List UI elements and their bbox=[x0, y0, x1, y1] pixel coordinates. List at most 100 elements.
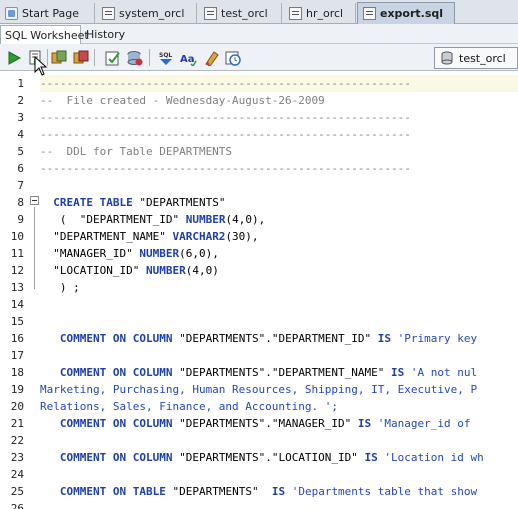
code-line[interactable]: CREATE TABLE "DEPARTMENTS" bbox=[40, 194, 518, 211]
line-number: 12 bbox=[10, 264, 24, 277]
code-line[interactable]: "MANAGER_ID" NUMBER(6,0), bbox=[40, 245, 518, 262]
tab-hr-orcl[interactable]: hr_orcl bbox=[284, 3, 356, 24]
tab-system-orcl[interactable]: system_orcl bbox=[97, 3, 197, 24]
code-line[interactable] bbox=[40, 466, 518, 483]
database-connection-icon bbox=[289, 7, 302, 20]
code-line[interactable] bbox=[40, 347, 518, 364]
tab-label: system_orcl bbox=[119, 7, 185, 20]
run-statement-icon bbox=[8, 50, 21, 65]
connection-selector[interactable]: test_orcl bbox=[434, 47, 518, 69]
clear-button[interactable] bbox=[202, 49, 219, 66]
subtab-label: History bbox=[86, 28, 126, 41]
tab-history[interactable]: History bbox=[82, 25, 126, 44]
fold-guide bbox=[34, 207, 35, 289]
line-number-gutter: 1 2 3 4 5 6 7 8 9 10 11 12 13 14 15 16 17 18 19 20 21 22 23 24 2… bbox=[0, 72, 28, 509]
history-icon bbox=[225, 51, 241, 66]
sql-tuning-button[interactable]: SQL bbox=[158, 49, 175, 66]
sql-editor[interactable]: 1 2 3 4 5 6 7 8 9 10 11 12 13 14 15 16 17 18 19 20 21 22 23 24 2… bbox=[0, 72, 518, 509]
rollback-button[interactable] bbox=[72, 49, 89, 66]
code-line[interactable]: ----------------------------------------… bbox=[40, 109, 518, 126]
document-tab-strip: Start Page system_orcl test_orcl hr_orcl… bbox=[0, 0, 518, 24]
line-number: 16 bbox=[10, 332, 24, 345]
line-number: 8 bbox=[17, 196, 24, 209]
history-button[interactable] bbox=[224, 49, 241, 66]
line-number: 14 bbox=[10, 298, 24, 311]
line-number: 2 bbox=[17, 94, 24, 107]
code-line[interactable]: ----------------------------------------… bbox=[40, 75, 518, 92]
line-number: 26 bbox=[10, 502, 24, 509]
line-number: 21 bbox=[10, 417, 24, 430]
line-number: 24 bbox=[10, 468, 24, 481]
autotrace-icon bbox=[127, 50, 142, 65]
line-number: 18 bbox=[10, 366, 24, 379]
line-number: 4 bbox=[17, 128, 24, 141]
code-line[interactable] bbox=[40, 432, 518, 449]
tab-label: hr_orcl bbox=[306, 7, 344, 20]
format-case-icon: Aa bbox=[180, 54, 197, 66]
line-number: 17 bbox=[10, 349, 24, 362]
svg-text:SQL: SQL bbox=[159, 52, 172, 59]
code-line[interactable]: "DEPARTMENT_NAME" VARCHAR2(30), bbox=[40, 228, 518, 245]
code-line[interactable]: ----------------------------------------… bbox=[40, 160, 518, 177]
code-line[interactable]: COMMENT ON TABLE "DEPARTMENTS" IS 'Depar… bbox=[40, 483, 518, 500]
fold-margin bbox=[28, 72, 40, 509]
line-number: 5 bbox=[17, 145, 24, 158]
code-line[interactable]: COMMENT ON COLUMN "DEPARTMENTS"."MANAGER… bbox=[40, 415, 518, 432]
connection-label: test_orcl bbox=[459, 51, 506, 65]
tab-label: Start Page bbox=[22, 7, 79, 20]
line-number: 19 bbox=[10, 383, 24, 396]
tab-label: export.sql bbox=[380, 7, 444, 20]
autotrace-button[interactable] bbox=[126, 49, 143, 66]
code-line[interactable]: "LOCATION_ID" NUMBER(4,0) bbox=[40, 262, 518, 279]
worksheet-toolbar: SQL Aa test_orcl bbox=[0, 44, 518, 71]
collapse-fold-icon[interactable] bbox=[30, 196, 39, 205]
run-statement-button[interactable] bbox=[5, 49, 22, 66]
tab-sql-worksheet[interactable]: SQL Worksheet bbox=[0, 25, 89, 44]
worksheet-subtab-strip: SQL Worksheet History bbox=[0, 24, 518, 44]
tab-start-page[interactable]: Start Page bbox=[0, 3, 95, 24]
editor-text-area[interactable]: ----------------------------------------… bbox=[40, 72, 518, 509]
code-line[interactable]: COMMENT ON COLUMN "DEPARTMENTS"."DEPARTM… bbox=[40, 364, 518, 381]
explain-plan-icon bbox=[105, 51, 120, 65]
line-number: 15 bbox=[10, 315, 24, 328]
line-number: 1 bbox=[17, 77, 24, 90]
explain-plan-button[interactable] bbox=[104, 49, 121, 66]
code-line[interactable]: ( "DEPARTMENT_ID" NUMBER(4,0), bbox=[40, 211, 518, 228]
database-connection-icon bbox=[102, 7, 115, 20]
toolbar-separator bbox=[149, 49, 150, 66]
code-line[interactable] bbox=[40, 313, 518, 330]
code-line[interactable]: -- DDL for Table DEPARTMENTS bbox=[40, 143, 518, 160]
toolbar-separator bbox=[94, 49, 95, 66]
code-line[interactable]: Relations, Sales, Finance, and Accountin… bbox=[40, 398, 518, 415]
tab-export-sql[interactable]: export.sql bbox=[357, 2, 455, 24]
code-line[interactable]: COMMENT ON COLUMN "DEPARTMENTS"."LOCATIO… bbox=[40, 449, 518, 466]
tab-test-orcl[interactable]: test_orcl bbox=[199, 3, 282, 24]
format-case-button[interactable]: Aa bbox=[180, 49, 197, 66]
line-number: 7 bbox=[17, 179, 24, 192]
line-number: 11 bbox=[10, 247, 24, 260]
line-number: 9 bbox=[17, 213, 24, 226]
code-line[interactable] bbox=[40, 177, 518, 194]
line-number: 13 bbox=[10, 281, 24, 294]
sql-tuning-icon: SQL bbox=[159, 52, 172, 65]
line-number: 20 bbox=[10, 400, 24, 413]
code-line[interactable]: ----------------------------------------… bbox=[40, 126, 518, 143]
database-connection-icon bbox=[204, 7, 217, 20]
rollback-icon bbox=[73, 50, 88, 63]
start-page-icon bbox=[5, 7, 18, 20]
code-line[interactable] bbox=[40, 296, 518, 313]
sql-file-icon bbox=[363, 7, 376, 20]
code-line[interactable]: ) ; bbox=[40, 279, 518, 296]
code-line[interactable]: COMMENT ON COLUMN "DEPARTMENTS"."DEPARTM… bbox=[40, 330, 518, 347]
line-number: 23 bbox=[10, 451, 24, 464]
code-line[interactable]: Marketing, Purchasing, Human Resources, … bbox=[40, 381, 518, 398]
svg-text:Aa: Aa bbox=[180, 54, 195, 65]
commit-icon bbox=[51, 50, 66, 63]
code-line[interactable]: -- File created - Wednesday-August-26-20… bbox=[40, 92, 518, 109]
subtab-label: SQL Worksheet bbox=[5, 29, 89, 42]
line-number: 6 bbox=[17, 162, 24, 175]
tab-label: test_orcl bbox=[221, 7, 268, 20]
database-icon bbox=[441, 51, 453, 65]
line-number: 10 bbox=[10, 230, 24, 243]
commit-button[interactable] bbox=[50, 49, 67, 66]
